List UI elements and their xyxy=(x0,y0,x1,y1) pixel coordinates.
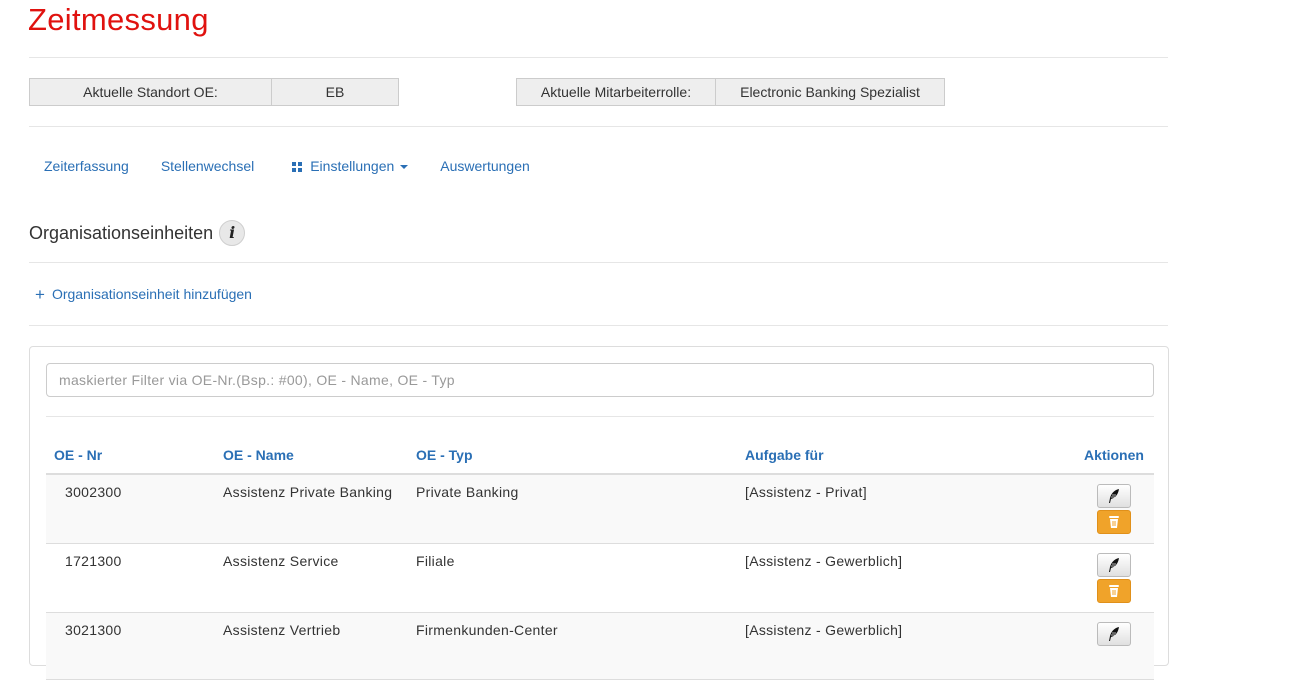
column-header-nr[interactable]: OE - Nr xyxy=(46,434,215,475)
add-organisationseinheit-link[interactable]: + Organisationseinheit hinzufügen xyxy=(35,285,252,305)
add-organisationseinheit-label: Organisationseinheit hinzufügen xyxy=(51,286,252,302)
cell-name: Assistenz Vertrieb xyxy=(215,612,408,680)
cell-aufgabe: [Assistenz - Privat] xyxy=(737,474,1074,544)
nav-item-einstellungen[interactable]: Einstellungen xyxy=(270,156,424,178)
trash-icon xyxy=(1109,585,1119,597)
nav-item-stellenwechsel[interactable]: Stellenwechsel xyxy=(145,156,270,178)
delete-button[interactable] xyxy=(1097,579,1131,603)
cell-aufgabe: [Assistenz - Gewerblich] xyxy=(737,612,1074,680)
info-icon[interactable]: i xyxy=(219,220,246,246)
delete-button[interactable] xyxy=(1097,510,1131,534)
column-header-aufgabe[interactable]: Aufgabe für xyxy=(737,434,1074,475)
cell-nr: 3021300 xyxy=(46,612,215,680)
cell-name: Assistenz Service xyxy=(215,543,408,613)
divider xyxy=(29,325,1168,326)
divider xyxy=(46,416,1154,417)
feather-edit-icon xyxy=(1109,489,1119,503)
nav-item-zeiterfassung[interactable]: Zeiterfassung xyxy=(28,156,145,178)
cell-typ: Private Banking xyxy=(408,474,737,544)
main-nav: Zeiterfassung Stellenwechsel Einstellung… xyxy=(28,156,546,178)
section-header: Organisationseinheiten i xyxy=(29,220,246,246)
edit-button[interactable] xyxy=(1097,553,1131,577)
cell-actions xyxy=(1074,612,1154,680)
table-row: 3002300 Assistenz Private Banking Privat… xyxy=(46,474,1154,544)
cell-typ: Filiale xyxy=(408,543,737,613)
standort-label: Aktuelle Standort OE: xyxy=(29,78,272,106)
table-row: 3021300 Assistenz Vertrieb Firmenkunden-… xyxy=(46,612,1154,680)
oe-panel: OE - Nr OE - Name OE - Typ Aufgabe für A… xyxy=(29,346,1169,680)
cell-actions xyxy=(1074,543,1154,613)
divider xyxy=(29,57,1168,58)
divider xyxy=(29,126,1168,127)
cell-nr: 3002300 xyxy=(46,474,215,544)
rolle-value: Electronic Banking Spezialist xyxy=(716,78,945,106)
cell-typ: Firmenkunden-Center xyxy=(408,612,737,680)
column-header-typ[interactable]: OE - Typ xyxy=(408,434,737,475)
rolle-label: Aktuelle Mitarbeiterrolle: xyxy=(516,78,716,106)
filter-input[interactable] xyxy=(46,363,1154,397)
column-header-aktionen: Aktionen xyxy=(1074,434,1154,475)
table-row: 1721300 Assistenz Service Filiale [Assis… xyxy=(46,543,1154,613)
edit-button[interactable] xyxy=(1097,622,1131,646)
plus-icon: + xyxy=(35,285,45,304)
feather-edit-icon xyxy=(1109,558,1119,572)
rolle-info: Aktuelle Mitarbeiterrolle: Electronic Ba… xyxy=(516,78,945,106)
standort-info: Aktuelle Standort OE: EB xyxy=(29,78,399,106)
divider xyxy=(29,262,1168,263)
column-header-name[interactable]: OE - Name xyxy=(215,434,408,475)
page-title: Zeitmessung xyxy=(28,2,209,37)
cell-actions xyxy=(1074,474,1154,544)
trash-icon xyxy=(1109,516,1119,528)
edit-button[interactable] xyxy=(1097,484,1131,508)
caret-down-icon xyxy=(400,165,409,169)
cell-aufgabe: [Assistenz - Gewerblich] xyxy=(737,543,1074,613)
grid-icon xyxy=(292,162,303,172)
feather-edit-icon xyxy=(1109,627,1119,641)
nav-item-auswertungen[interactable]: Auswertungen xyxy=(424,156,546,178)
cell-name: Assistenz Private Banking xyxy=(215,474,408,544)
oe-table: OE - Nr OE - Name OE - Typ Aufgabe für A… xyxy=(46,434,1154,680)
nav-item-einstellungen-label: Einstellungen xyxy=(310,158,395,174)
table-header-row: OE - Nr OE - Name OE - Typ Aufgabe für A… xyxy=(46,434,1154,475)
standort-value: EB xyxy=(272,78,399,106)
cell-nr: 1721300 xyxy=(46,543,215,613)
section-title: Organisationseinheiten xyxy=(29,222,214,243)
